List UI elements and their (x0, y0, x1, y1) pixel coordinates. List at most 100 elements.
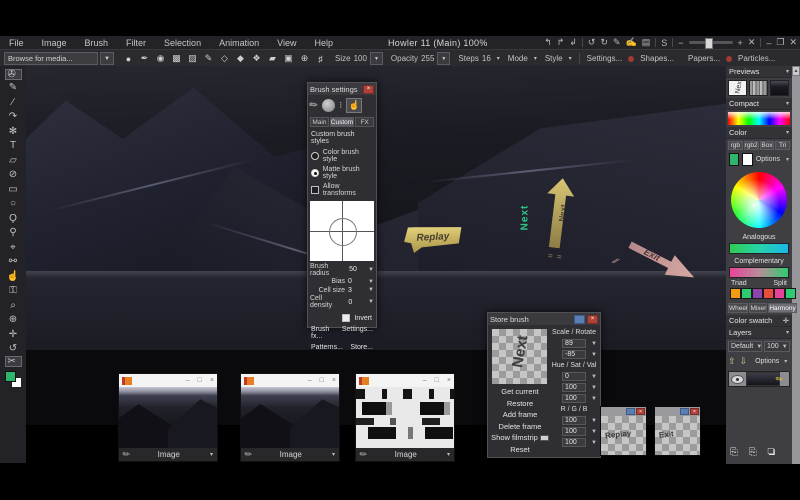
image-window-2[interactable]: – □ × ✎ Image ▾ (240, 373, 340, 462)
split-swatch-2[interactable] (774, 288, 785, 299)
split-swatch-1[interactable] (763, 288, 774, 299)
pin-icon[interactable] (574, 315, 585, 324)
tab-rgb2[interactable]: rgb2 (744, 141, 759, 150)
hand-icon[interactable]: ☝ (346, 98, 362, 113)
matte-brush-style-option[interactable]: Matte brush style (308, 163, 376, 180)
radio-icon[interactable] (311, 152, 319, 160)
opacity-spinner[interactable]: ▼ (437, 52, 450, 65)
scale-value[interactable]: 89 (562, 339, 586, 348)
particles-button[interactable]: Particles... (738, 54, 775, 63)
image-window-1[interactable]: – □ × ✎ Image ▾ (118, 373, 218, 462)
anchor-tool[interactable]: ⊕ (5, 313, 22, 327)
spinner-icon[interactable]: ▼ (591, 440, 597, 446)
image-label[interactable]: Image (131, 450, 207, 459)
style-dropdown-icon[interactable]: ▾ (569, 55, 572, 62)
rotate-left-icon[interactable]: ↰ (544, 37, 552, 48)
papers-button[interactable]: Papers... (688, 54, 720, 63)
brush-tool[interactable]: ✎ (5, 81, 22, 95)
browse-media-select[interactable]: Browse for media... (4, 52, 98, 65)
history-tool[interactable]: ↺ (5, 342, 22, 356)
menu-brush[interactable]: Brush (76, 38, 118, 48)
dropdown-icon[interactable]: ▼ (368, 267, 374, 273)
dropdown-icon[interactable]: ▾ (210, 451, 213, 458)
mini-titlebar[interactable]: × (601, 407, 646, 416)
pencil-icon[interactable]: ✎ (202, 52, 215, 65)
menu-animation[interactable]: Animation (210, 38, 268, 48)
picker-tool[interactable]: ⚲ (5, 226, 22, 240)
minimize-icon[interactable]: – (423, 377, 427, 384)
pen-edit-icon[interactable]: ✍ (626, 37, 637, 48)
color-wheel[interactable] (731, 172, 787, 228)
move-layer-down-icon[interactable]: ⇩ (740, 356, 750, 367)
zoom-slider[interactable] (689, 41, 733, 44)
close-icon[interactable]: × (447, 377, 451, 384)
tab-main[interactable]: Main (310, 117, 329, 127)
blend-mode-select[interactable]: Default ▼ (728, 341, 762, 352)
tab-wheel[interactable]: Wheel (728, 303, 748, 313)
nozzle-icon[interactable]: ♯ (314, 52, 327, 65)
no-ellipse-tool[interactable]: ⊘ (5, 168, 22, 182)
minimize-icon[interactable]: – (308, 377, 312, 384)
compact-header[interactable]: Compact ▾ (726, 98, 792, 110)
image-thumbnail-scene[interactable] (119, 387, 217, 448)
green-value[interactable]: 100 (562, 427, 586, 436)
dots-icon[interactable]: ⁝ (339, 103, 342, 108)
minimize-button[interactable]: – (766, 38, 771, 48)
close-icon[interactable]: × (363, 85, 374, 94)
color-brush-style-option[interactable]: Color brush style (308, 146, 376, 163)
invert-checkbox[interactable] (342, 314, 350, 322)
image-window-titlebar[interactable]: – □ × (356, 374, 454, 387)
add-frame-button[interactable]: Add frame (488, 409, 552, 421)
round-brush-icon[interactable]: ● (122, 52, 135, 65)
browse-dropdown-button[interactable]: ▼ (100, 52, 114, 65)
spinner-icon[interactable]: ▼ (591, 374, 597, 380)
pattern-icon[interactable]: ▩ (170, 52, 183, 65)
triad-swatch-2[interactable] (741, 288, 752, 299)
store-brush-titlebar[interactable]: Store brush × (488, 313, 600, 325)
clear-icon[interactable]: ✕ (748, 37, 756, 48)
shapes-button[interactable]: Shapes... (640, 54, 674, 63)
close-icon[interactable]: × (636, 408, 645, 415)
exit-brush-window[interactable]: × Exit (654, 406, 701, 456)
zoom-out-icon[interactable]: − (678, 38, 683, 48)
dropdown-icon[interactable]: ▼ (368, 299, 374, 305)
collapse-icon[interactable]: ▾ (786, 68, 789, 75)
allow-transforms-option[interactable]: Allow transforms (308, 180, 376, 197)
tab-box[interactable]: Box (760, 141, 775, 150)
spinner-icon[interactable]: ▼ (591, 352, 597, 358)
dropdown-icon[interactable]: ▼ (368, 287, 374, 293)
spinner-icon[interactable]: ▼ (591, 385, 597, 391)
image-window-titlebar[interactable]: – □ × (119, 374, 217, 387)
scroll-up-icon[interactable]: ▲ (792, 66, 800, 76)
spinner-icon[interactable]: ▼ (591, 396, 597, 402)
exit-brush-preview[interactable]: Exit (655, 416, 700, 455)
line-tool[interactable]: ∕ (5, 95, 22, 109)
text-tool[interactable]: T (5, 139, 22, 153)
triad-swatches[interactable] (730, 288, 763, 299)
delete-frame-button[interactable]: Delete frame (488, 421, 552, 433)
primary-color-swatch[interactable] (729, 153, 739, 166)
panel-scrollbar[interactable]: ▲ (792, 66, 800, 464)
maximize-button[interactable]: ❐ (776, 37, 784, 48)
tab-mixer[interactable]: Mixer (749, 303, 767, 313)
brush-fx-button[interactable]: Brush fx... (311, 326, 342, 340)
eye-icon[interactable]: ◉ (154, 52, 167, 65)
move-layer-up-icon[interactable]: ⇧ (728, 356, 738, 367)
tab-fx[interactable]: FX (355, 117, 374, 127)
blue-value[interactable]: 100 (562, 438, 586, 447)
menu-filter[interactable]: Filter (117, 38, 155, 48)
steps-dropdown-icon[interactable]: ▾ (497, 55, 500, 62)
foreground-color-swatch[interactable] (5, 371, 16, 382)
media-icon[interactable]: ▨ (186, 52, 199, 65)
split-swatch-3[interactable] (785, 288, 796, 299)
layer-visibility-eye-icon[interactable] (731, 375, 744, 384)
hue-value[interactable]: 0 (562, 372, 586, 381)
checkbox-icon[interactable] (311, 186, 319, 194)
rect-select-tool[interactable]: ▭ (5, 182, 22, 196)
pin-icon[interactable] (626, 408, 635, 415)
dropdown-icon[interactable]: ▾ (447, 451, 450, 458)
ellipse-select-tool[interactable]: ○ (5, 197, 22, 211)
steps-value[interactable]: 16 (482, 54, 491, 63)
menu-image[interactable]: Image (33, 38, 76, 48)
undo-icon[interactable]: ↺ (588, 37, 596, 48)
